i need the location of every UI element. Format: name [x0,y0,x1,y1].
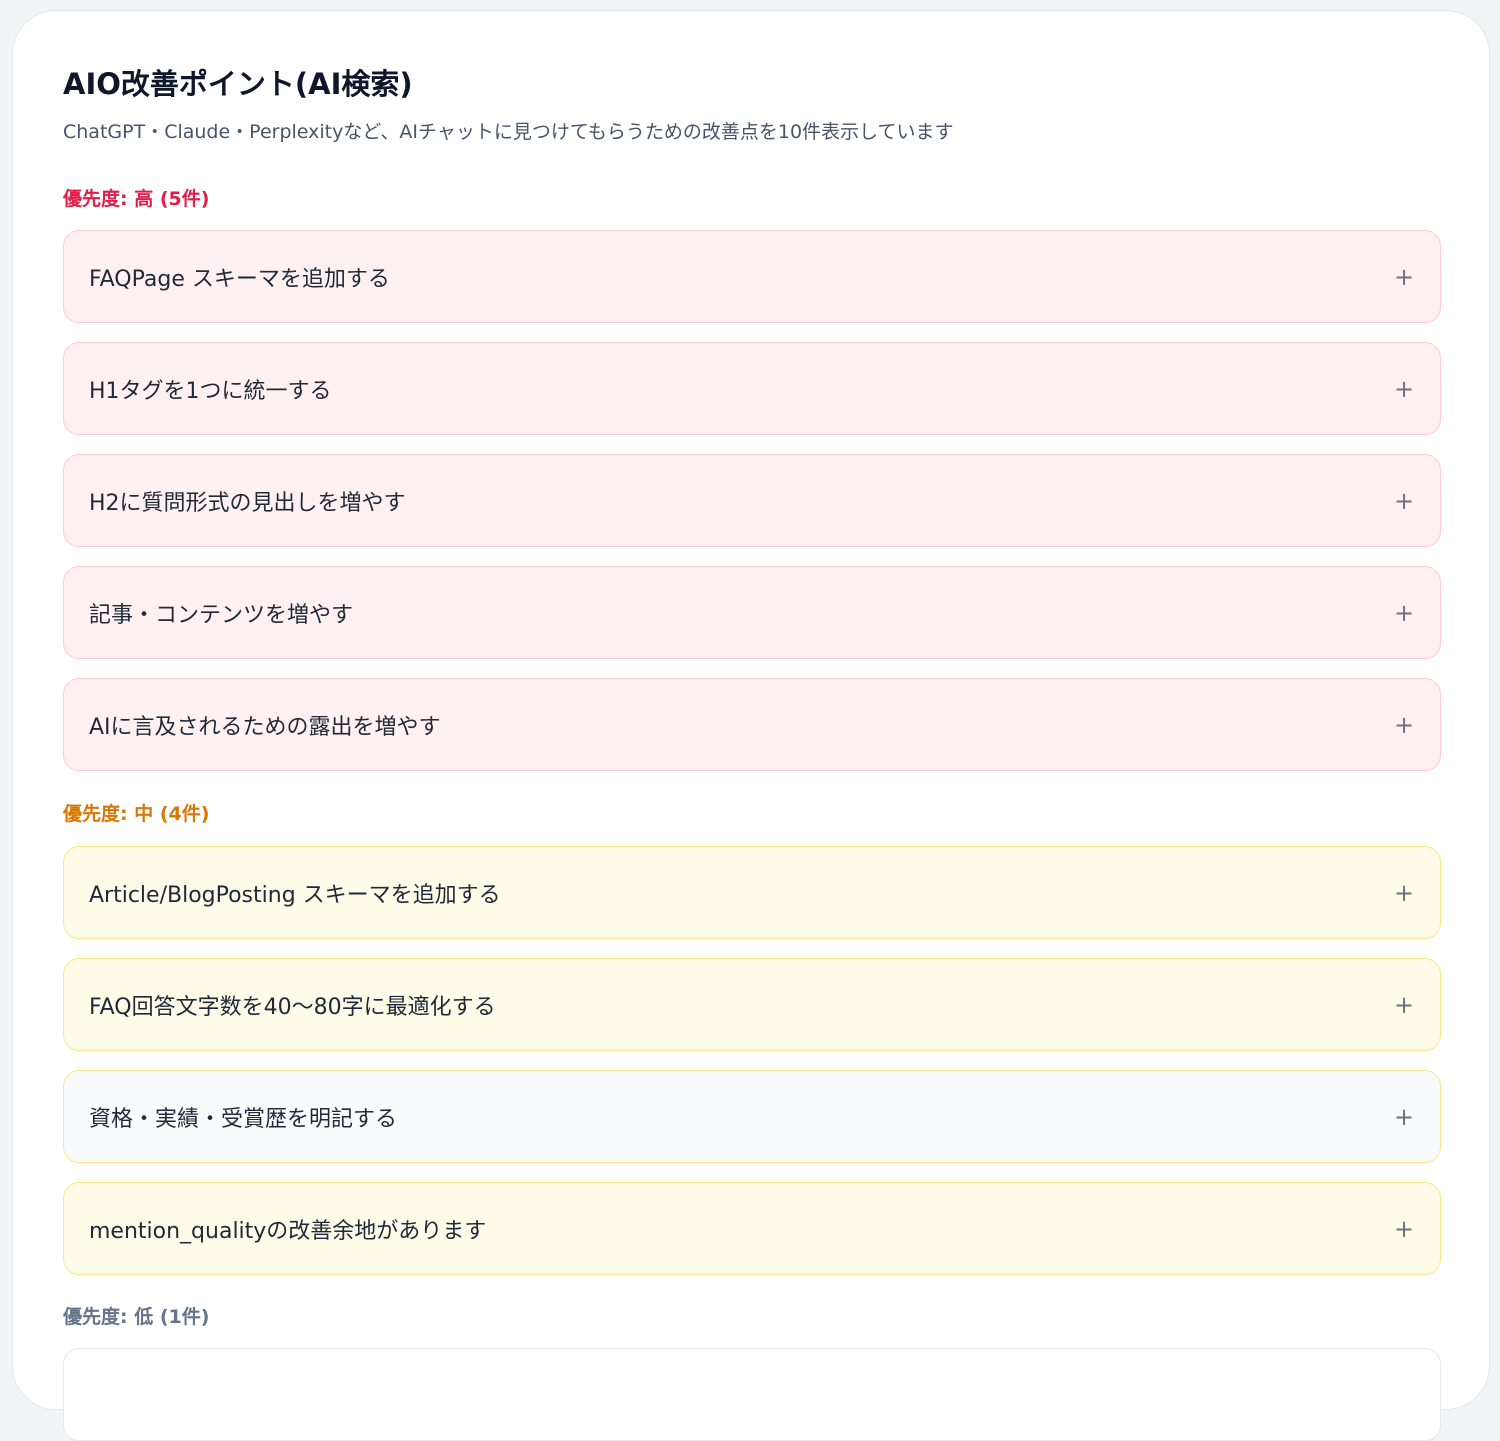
aio-improvement-panel: AIO改善ポイント(AI検索) ChatGPT・Claude・Perplexit… [12,10,1490,1441]
plus-icon[interactable]: + [1392,377,1416,401]
improvement-item-h1-tag[interactable]: H1タグを1つに統一する + [63,342,1441,435]
plus-icon[interactable]: + [1392,993,1416,1017]
panel-title: AIO改善ポイント(AI検索) [63,67,413,101]
improvement-item-article-schema[interactable]: Article/BlogPosting スキーマを追加する + [63,846,1441,939]
panel-subtitle: ChatGPT・Claude・Perplexityなど、AIチャットに見つけても… [63,121,954,143]
item-label: AIに言及されるための露出を増やす [89,714,441,740]
improvement-item-low-priority[interactable] [63,1348,1441,1441]
item-label: mention_qualityの改善余地があります [89,1218,487,1244]
item-label: H1タグを1つに統一する [89,378,332,404]
item-label: H2に質問形式の見出しを増やす [89,490,406,516]
plus-icon[interactable]: + [1392,265,1416,289]
item-label: 資格・実績・受賞歴を明記する [89,1106,398,1132]
improvement-item-more-content[interactable]: 記事・コンテンツを増やす + [63,566,1441,659]
priority-low-heading: 優先度: 低 (1件) [63,1306,210,1328]
improvement-item-faqpage-schema[interactable]: FAQPage スキーマを追加する + [63,230,1441,323]
improvement-item-credentials[interactable]: 資格・実績・受賞歴を明記する + [63,1070,1441,1163]
plus-icon[interactable]: + [1392,489,1416,513]
priority-high-heading: 優先度: 高 (5件) [63,188,210,210]
item-label: Article/BlogPosting スキーマを追加する [89,882,501,908]
plus-icon[interactable]: + [1392,601,1416,625]
improvement-item-faq-length[interactable]: FAQ回答文字数を40〜80字に最適化する + [63,958,1441,1051]
plus-icon[interactable]: + [1392,881,1416,905]
plus-icon[interactable]: + [1392,1217,1416,1241]
improvement-item-ai-mentions[interactable]: AIに言及されるための露出を増やす + [63,678,1441,771]
improvement-item-h2-questions[interactable]: H2に質問形式の見出しを増やす + [63,454,1441,547]
item-label: FAQ回答文字数を40〜80字に最適化する [89,994,496,1020]
priority-medium-heading: 優先度: 中 (4件) [63,803,210,825]
improvement-item-mention-quality[interactable]: mention_qualityの改善余地があります + [63,1182,1441,1275]
plus-icon[interactable]: + [1392,713,1416,737]
item-label: FAQPage スキーマを追加する [89,266,390,292]
plus-icon[interactable]: + [1392,1105,1416,1129]
item-label: 記事・コンテンツを増やす [89,602,354,628]
